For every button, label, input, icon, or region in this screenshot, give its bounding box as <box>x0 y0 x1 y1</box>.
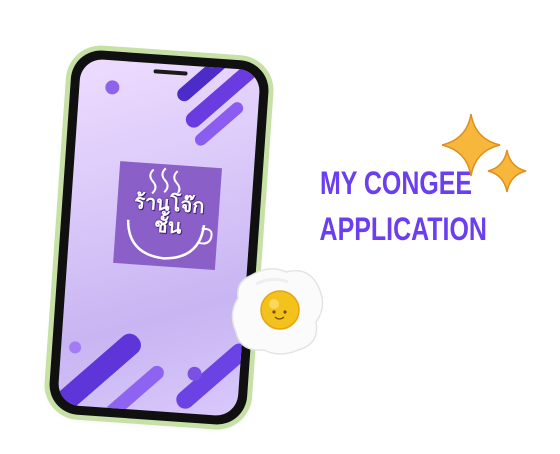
decor-dot <box>68 341 82 354</box>
app-logo[interactable]: ร้านโจ๊กชั้น <box>113 161 222 270</box>
fried-egg-icon <box>231 268 324 355</box>
phone-screen: ร้านโจ๊กชั้น <box>57 58 261 417</box>
speaker-notch <box>153 69 188 76</box>
phone-mockup: ร้านโจ๊กชั้น <box>47 48 271 427</box>
decor-dot <box>104 79 120 95</box>
app-logo-text: ร้านโจ๊กชั้น <box>133 189 206 239</box>
sparkle-icon <box>487 149 527 193</box>
headline-line-2: APPLICATION <box>319 211 487 247</box>
